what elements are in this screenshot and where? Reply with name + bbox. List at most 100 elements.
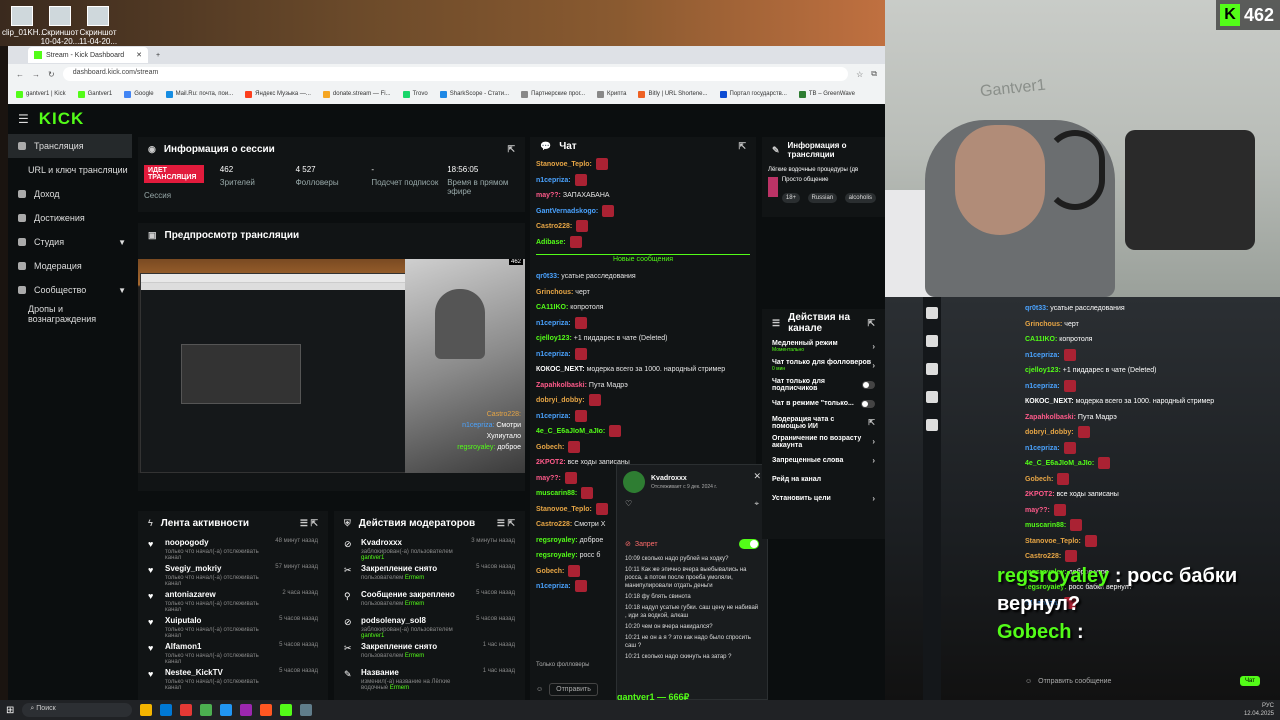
chat-send-button[interactable]: Чат — [1240, 676, 1260, 686]
bookmark[interactable]: Mail.Ru: почта, пои... — [165, 90, 233, 98]
sidebar-item-income[interactable]: Доход — [8, 182, 132, 206]
chat-username[interactable]: muscarin88: — [1025, 522, 1066, 529]
bookmark[interactable]: Яндекс Музыка —... — [245, 90, 311, 98]
chat-message[interactable]: n1cepriza: — [536, 409, 750, 425]
sidebar-item-url-key[interactable]: URL и ключ трансляции — [8, 158, 132, 182]
chat-username[interactable]: 4e_C_E6aJIoM_aJIo: — [1025, 460, 1094, 467]
desktop-icon-clip[interactable]: clip_01KH... — [2, 6, 45, 37]
bookmark[interactable]: Google — [124, 90, 154, 98]
channel-action-row[interactable]: Медленный режим Моментально › — [762, 337, 885, 356]
heart-icon[interactable]: ♡ — [625, 499, 632, 509]
mod-action-row[interactable]: ✂ Закрепление снято пользователем Ermem 1 ч… — [334, 639, 525, 665]
bookmark[interactable]: Крипта — [597, 90, 626, 98]
wrench-icon[interactable] — [926, 391, 938, 403]
chat-message[interactable]: n1cepriza: — [1025, 441, 1214, 457]
chat-message[interactable]: Grinchous: черт — [1025, 317, 1214, 333]
pin-icon[interactable]: ⌖ — [754, 499, 759, 509]
chat-username[interactable]: n1cepriza: — [536, 413, 571, 420]
channel-action-row[interactable]: Ограничение по возрасту аккаунта › — [762, 432, 885, 451]
mod-action-row[interactable]: ⚲ Сообщение закреплено пользователем Ermem… — [334, 587, 525, 613]
windows-start-icon[interactable]: ⊞ — [6, 705, 14, 716]
activity-row[interactable]: ♥ Svegiy_mokriy только что начал(-а) отсле… — [138, 561, 328, 587]
new-tab-icon[interactable]: + — [156, 52, 160, 59]
clock[interactable]: РУС 12.04.2025 — [1244, 702, 1274, 718]
ban-toggle[interactable] — [739, 539, 759, 549]
chat-username[interactable]: regsroyaley: — [536, 552, 578, 559]
chat-message[interactable]: КОКОС_NEXT: модерка всего за 1000. народ… — [1025, 394, 1214, 410]
channel-action-row[interactable]: Чат только для фолловеров 0 мин › — [762, 356, 885, 375]
activity-row[interactable]: ♥ antoniazarew только что начал(-а) отслеж… — [138, 587, 328, 613]
chat-username[interactable]: CA11IKO: — [1025, 336, 1057, 343]
chat-username[interactable]: may??: — [1025, 507, 1050, 514]
chat-username[interactable]: 2KPOT2: — [536, 459, 566, 466]
chat-username[interactable]: Grinchous: — [1025, 321, 1062, 328]
chat-username[interactable]: qr0t33: — [1025, 305, 1048, 312]
chat-username[interactable]: n1cepriza: — [536, 351, 571, 358]
chat-message[interactable]: cjelloy123: +1 пиддарес в чате (Deleted) — [1025, 363, 1214, 379]
chat-username[interactable]: CA11IKO: — [536, 304, 568, 311]
chat-username[interactable]: Castro228: — [536, 521, 572, 528]
activity-row[interactable]: ♥ Alfamon1 только что начал(-а) отслеживат… — [138, 639, 328, 665]
chat-message[interactable]: muscarin88: — [1025, 518, 1214, 534]
chat-username[interactable]: dobryi_dobby: — [1025, 429, 1074, 436]
toggle-switch[interactable] — [862, 380, 875, 389]
chat-message[interactable]: Zapahkolbaski: Пута Мадрэ — [536, 378, 750, 394]
taskbar-app-icon[interactable] — [200, 704, 213, 716]
chat-username[interactable]: n1cepriza: — [1025, 383, 1060, 390]
chat-username[interactable]: Zapahkolbaski: — [536, 382, 587, 389]
chat-message[interactable]: Stanovoe_Teplo: — [536, 157, 750, 173]
activity-row[interactable]: ♥ Nestee_KickTV только что начал(-а) отсле… — [138, 665, 328, 691]
bookmark[interactable]: Bitly | URL Shortene... — [638, 90, 708, 98]
channel-action-row[interactable]: Чат только для подписчиков — [762, 375, 885, 394]
bookmark[interactable]: Trovo — [402, 90, 428, 98]
chat-message[interactable]: n1cepriza: — [536, 173, 750, 189]
chat-username[interactable]: may??: — [536, 192, 561, 199]
chat-message[interactable]: Gobech: — [536, 440, 750, 456]
taskbar-app-icon[interactable] — [180, 704, 193, 716]
mod-user[interactable]: Ermem — [390, 685, 409, 691]
emote-icon[interactable]: ☺ — [1025, 678, 1032, 685]
chat-username[interactable]: qr0t33: — [536, 273, 559, 280]
chat-username[interactable]: Gobech: — [1025, 476, 1053, 483]
bookmark[interactable]: SharkScope - Стати... — [439, 90, 509, 98]
browser-tab[interactable]: Stream - Kick Dashboard ✕ — [28, 47, 148, 63]
chat-message[interactable]: n1cepriza: — [1025, 348, 1214, 364]
chat-message[interactable]: qr0t33: усатые расследования — [1025, 301, 1214, 317]
chat-message[interactable]: may??: — [1025, 503, 1214, 519]
chat-message[interactable]: 4e_C_E6aJIoM_aJIo: — [1025, 456, 1214, 472]
taskbar-app-icon[interactable] — [160, 704, 173, 716]
chat-message[interactable]: n1cepriza: — [1025, 379, 1214, 395]
settings-icon[interactable] — [926, 419, 938, 431]
mod-user[interactable]: gantver1 — [361, 633, 384, 639]
taskbar-app-icon[interactable] — [220, 704, 233, 716]
bookmark[interactable]: Партнерские прог... — [521, 90, 585, 98]
chat-message[interactable]: n1cepriza: — [536, 347, 750, 363]
sidebar-item-community[interactable]: Сообщество ▼ — [8, 278, 132, 302]
kick-logo[interactable]: KICK — [39, 109, 85, 129]
channel-action-row[interactable]: Установить цели › — [762, 489, 885, 508]
stream-preview-video[interactable]: Castro228: n1cepriza: Смотри Хулиутало r… — [138, 259, 525, 473]
chat-username[interactable]: n1cepriza: — [536, 177, 571, 184]
mod-icon[interactable] — [926, 335, 938, 347]
chat-icon[interactable] — [926, 307, 938, 319]
chat-message[interactable]: may??: ЗАПАХАБАНА — [536, 188, 750, 204]
chat-username[interactable]: КОКОС_NEXT: — [536, 366, 585, 373]
chat-username[interactable]: n1cepriza: — [1025, 352, 1060, 359]
activity-row[interactable]: ♥ noopogody только что начал(-а) отслежива… — [138, 535, 328, 561]
chat-message[interactable]: Stanovoe_Teplo: — [1025, 534, 1214, 550]
chat-username[interactable]: may??: — [536, 475, 561, 482]
emote-icon[interactable]: ☺ — [536, 686, 543, 693]
chat-message[interactable]: КОКОС_NEXT: модерка всего за 1000. народ… — [536, 362, 750, 378]
channel-action-row[interactable]: Чат в режиме "только... — [762, 394, 885, 413]
chat-message[interactable]: 2KPOT2: все ходы записаны — [1025, 487, 1214, 503]
sidebar-item-drops[interactable]: Дропы и вознаграждения — [8, 302, 132, 326]
chat-username[interactable]: Stanovoe_Teplo: — [1025, 538, 1081, 545]
chat-username[interactable]: Gobech: — [536, 444, 564, 451]
chat-message[interactable]: Zapahkolbaski: Пута Мадрэ — [1025, 410, 1214, 426]
chat-message[interactable]: CA11IKO: копротоля — [1025, 332, 1214, 348]
category-name[interactable]: Просто общение — [782, 177, 879, 183]
bookmark[interactable]: Портал государств... — [719, 90, 787, 98]
layers-icon[interactable] — [926, 363, 938, 375]
taskbar-app-icon[interactable] — [300, 704, 313, 716]
bookmark[interactable]: TB – GreenWave — [798, 90, 855, 98]
